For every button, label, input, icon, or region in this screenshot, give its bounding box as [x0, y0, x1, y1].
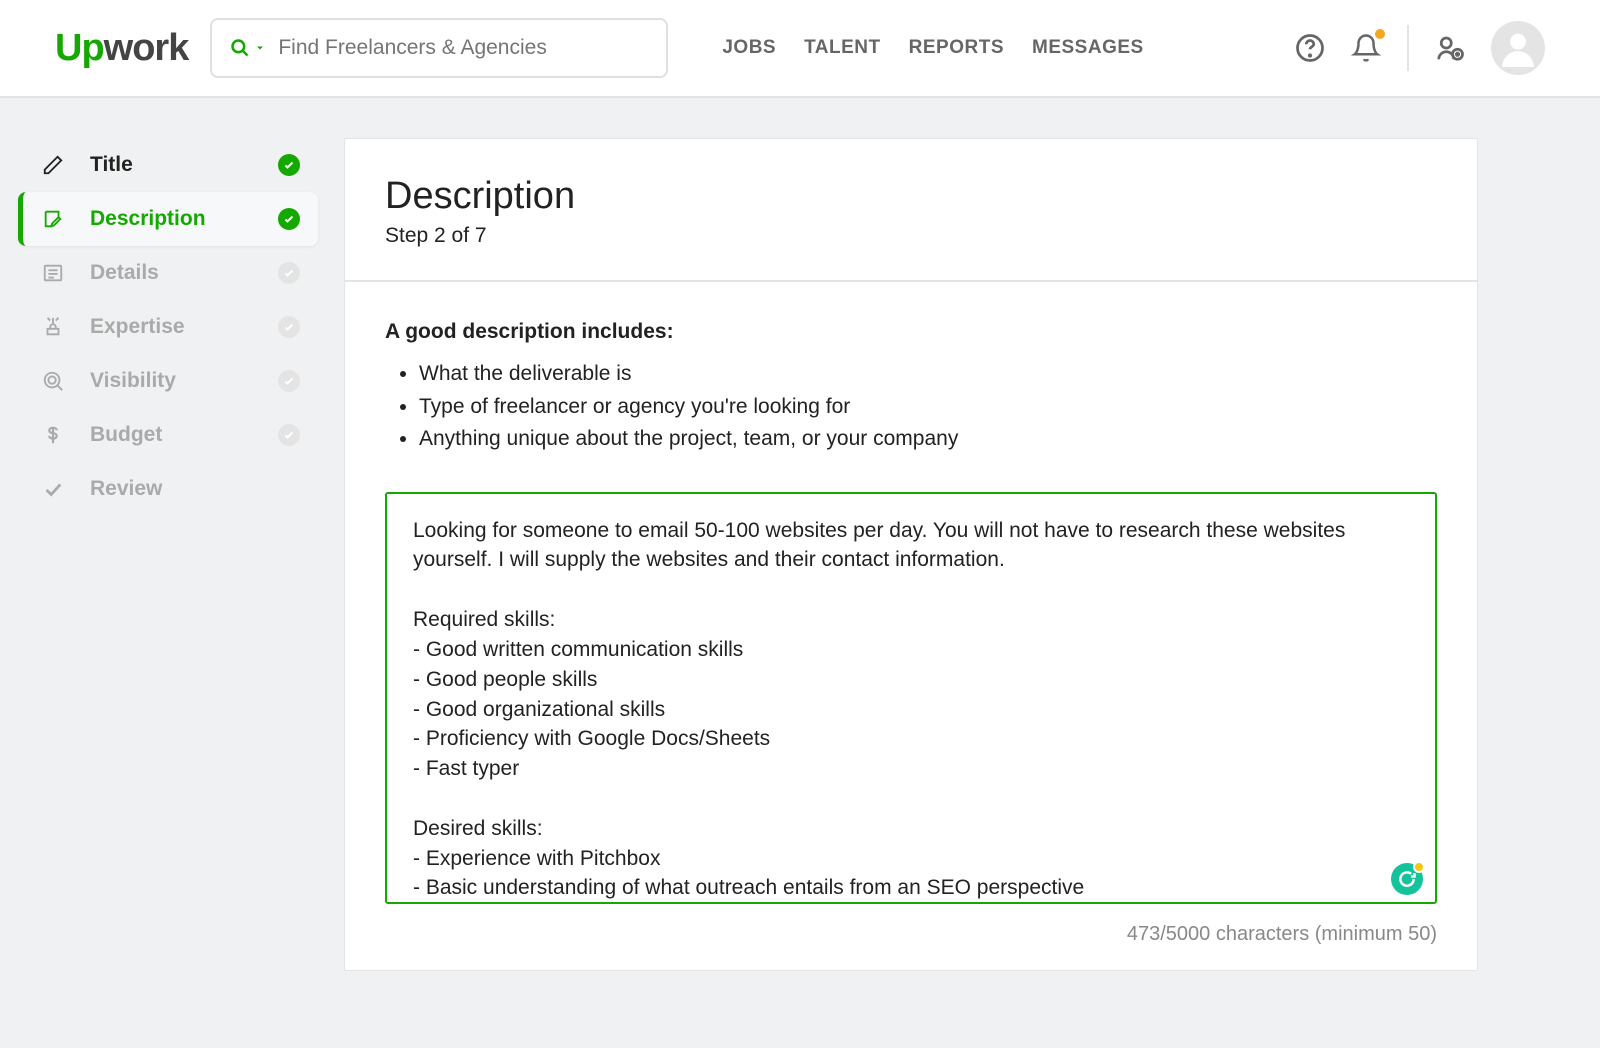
check-icon — [278, 208, 300, 230]
chevron-down-icon[interactable] — [254, 42, 266, 54]
notifications-icon[interactable] — [1351, 33, 1381, 63]
sidebar-item-label: Visibility — [90, 369, 278, 393]
content-area: Title Description Details — [0, 98, 1600, 971]
check-icon — [278, 262, 300, 284]
visibility-icon — [40, 368, 66, 394]
sidebar-item-description[interactable]: Description — [18, 192, 318, 246]
search-box[interactable] — [210, 18, 668, 78]
check-icon — [278, 154, 300, 176]
grammarly-icon[interactable] — [1391, 863, 1423, 895]
check-icon — [278, 316, 300, 338]
primary-nav: JOBS TALENT REPORTS MESSAGES — [722, 37, 1143, 59]
grammarly-dot — [1413, 861, 1425, 873]
sidebar-item-expertise[interactable]: Expertise — [18, 300, 318, 354]
search-input[interactable] — [278, 36, 648, 60]
character-count: 473/5000 characters (minimum 50) — [385, 923, 1437, 946]
edit-file-icon — [40, 206, 66, 232]
avatar[interactable] — [1491, 21, 1545, 75]
sidebar-item-label: Title — [90, 153, 278, 177]
invite-user-icon[interactable] — [1435, 33, 1465, 63]
sidebar-item-label: Budget — [90, 423, 278, 447]
header-right — [1295, 21, 1545, 75]
site-header: Upwork JOBS TALENT REPORTS MESSAGES — [0, 0, 1600, 98]
nav-messages[interactable]: MESSAGES — [1032, 37, 1144, 59]
sidebar-item-visibility[interactable]: Visibility — [18, 354, 318, 408]
sidebar-item-label: Review — [90, 477, 300, 501]
logo-suffix: work — [104, 27, 189, 69]
nav-reports[interactable]: REPORTS — [909, 37, 1004, 59]
panel-body: A good description includes: What the de… — [345, 282, 1477, 970]
sidebar-item-label: Description — [90, 207, 278, 231]
hint-title: A good description includes: — [385, 320, 1437, 344]
sidebar-item-details[interactable]: Details — [18, 246, 318, 300]
check-icon — [278, 424, 300, 446]
hint-item: Anything unique about the project, team,… — [419, 423, 1437, 456]
main-panel: Description Step 2 of 7 A good descripti… — [344, 138, 1478, 971]
dollar-icon — [40, 422, 66, 448]
list-icon — [40, 260, 66, 286]
hint-item: Type of freelancer or agency you're look… — [419, 391, 1437, 424]
panel-header: Description Step 2 of 7 — [345, 139, 1477, 282]
checkmark-icon — [40, 476, 66, 502]
sidebar-item-title[interactable]: Title — [18, 138, 318, 192]
sidebar-item-budget[interactable]: Budget — [18, 408, 318, 462]
help-icon[interactable] — [1295, 33, 1325, 63]
page-title: Description — [385, 175, 1437, 218]
upwork-logo[interactable]: Upwork — [55, 27, 188, 70]
description-textarea[interactable] — [385, 492, 1437, 904]
sidebar-item-label: Details — [90, 261, 278, 285]
steps-sidebar: Title Description Details — [18, 138, 318, 971]
vertical-divider — [1407, 25, 1409, 71]
sidebar-item-review[interactable]: Review — [18, 462, 318, 516]
logo-prefix: Up — [55, 27, 104, 69]
notification-dot — [1375, 29, 1385, 39]
description-textarea-wrap — [385, 492, 1437, 909]
search-icon[interactable] — [230, 38, 266, 58]
nav-talent[interactable]: TALENT — [804, 37, 881, 59]
expertise-icon — [40, 314, 66, 340]
sidebar-item-label: Expertise — [90, 315, 278, 339]
step-indicator: Step 2 of 7 — [385, 224, 1437, 248]
pencil-icon — [40, 152, 66, 178]
check-icon — [278, 370, 300, 392]
nav-jobs[interactable]: JOBS — [722, 37, 776, 59]
hint-item: What the deliverable is — [419, 358, 1437, 391]
hint-list: What the deliverable is Type of freelanc… — [385, 358, 1437, 456]
